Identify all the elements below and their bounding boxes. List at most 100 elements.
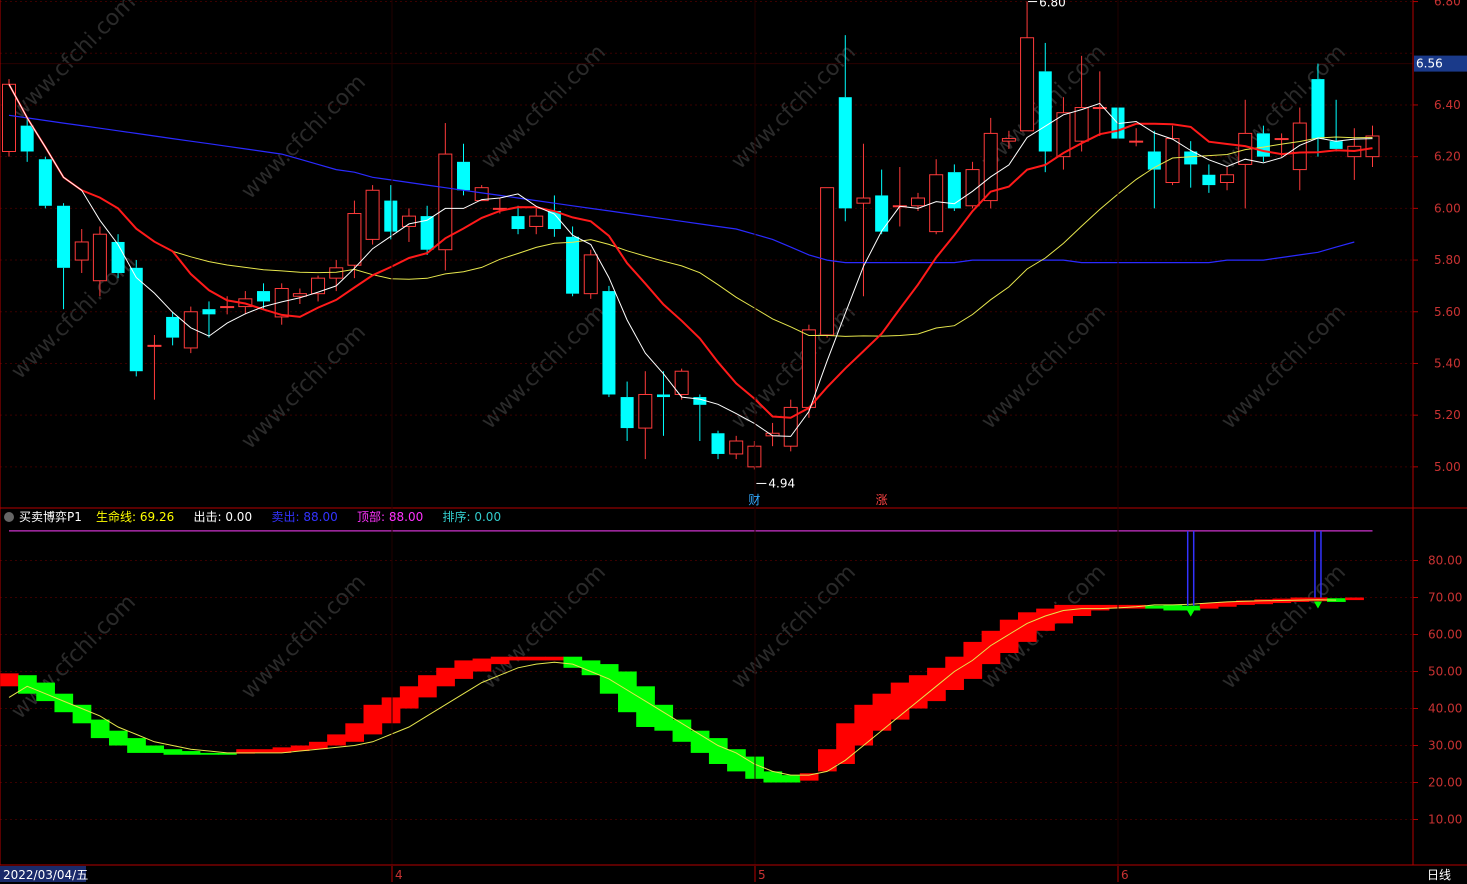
indicator-value-item: 生命线: 69.26 [96,509,174,524]
indicator-block [472,658,492,672]
candle[interactable] [329,260,344,292]
candle[interactable] [438,123,453,271]
price-tick-label: 5.80 [1434,253,1461,267]
candle[interactable] [457,143,470,196]
month-tick-label: 5 [758,868,766,882]
candle-body-down [711,433,725,454]
candle[interactable] [765,422,780,447]
watermark-text: www.cfchi.com [7,590,141,724]
watermark-text: www.cfchi.com [7,0,141,124]
watermark-text: www.cfchi.com [1217,560,1351,694]
candle[interactable] [202,301,216,338]
indicator-block [363,704,383,735]
candle-body-up [729,440,744,455]
candle[interactable] [1202,164,1216,193]
ma20-line [8,84,1373,337]
candle[interactable] [147,335,162,400]
candle[interactable] [929,159,944,235]
indicator-tick-label: 20.00 [1428,776,1462,790]
candle[interactable] [365,185,380,245]
candle[interactable] [1329,99,1343,152]
candle-body-up [1292,122,1307,171]
indicator-block [454,660,474,679]
candle-body-up [365,189,380,240]
candle[interactable] [602,285,616,398]
price-tick-label: 5.00 [1434,460,1461,474]
candle[interactable] [856,143,871,297]
candle[interactable] [638,371,653,460]
candle[interactable] [38,156,52,209]
candle-body-down [511,216,525,230]
candle[interactable] [693,394,707,442]
candle-body-down [257,291,271,302]
candle[interactable] [1147,130,1161,209]
candle[interactable] [566,226,580,297]
month-tick-label: 6 [1121,868,1129,882]
candle[interactable] [820,187,835,338]
indicator-block [1072,604,1092,616]
period-button[interactable]: 日线 [1427,868,1451,882]
candle[interactable] [57,203,71,310]
event-marker-cai[interactable]: 财 [748,493,760,507]
candle[interactable] [711,430,725,460]
candle-body-up [638,393,653,429]
candle-body-up [147,344,162,347]
candle[interactable] [311,275,326,302]
candle[interactable] [620,381,634,442]
candle-body-up [820,187,835,336]
candle[interactable] [983,117,998,209]
candle[interactable] [965,161,980,209]
ma10-line [8,83,1373,419]
candle[interactable] [892,167,907,227]
candle[interactable] [511,205,525,235]
candle[interactable] [747,441,762,470]
chart-canvas[interactable]: www.cfchi.com www.cfchi.com www.cfchi.com w… [0,0,1467,884]
indicator-tick-label: 50.00 [1428,665,1462,679]
candle[interactable] [420,205,434,255]
candle-body-up [311,277,326,295]
sell-arrow-icon [1186,609,1195,617]
candle[interactable] [111,234,125,279]
candle[interactable] [547,195,561,237]
current-price: 6.56 [1416,57,1443,71]
candle[interactable] [347,200,362,279]
indicator-block [527,656,546,661]
candle[interactable] [1165,125,1180,186]
indicator-blocks [0,597,1364,783]
candle[interactable] [729,435,744,460]
watermark-text: www.cfchi.com [1217,300,1351,434]
candle-body-down [602,291,616,395]
event-marker-zhang[interactable]: 涨 [876,492,888,507]
candle[interactable] [783,399,798,452]
candle[interactable] [1038,42,1052,173]
indicator-block [618,671,637,713]
indicator-block [199,752,219,755]
candle[interactable] [1238,99,1253,209]
candle[interactable] [583,249,598,299]
price-tick-label: 6.80 [1434,0,1461,9]
candle[interactable] [384,185,398,240]
candle[interactable] [656,371,670,436]
candle[interactable] [674,368,689,400]
moving-average-lines [8,1,1373,484]
candle-body-down [20,125,34,152]
indicator-block [127,738,146,753]
candle-body-down [620,397,634,429]
candle[interactable] [401,208,416,242]
candle-body-down [38,159,52,206]
candle[interactable] [274,283,289,325]
candle-body-up [329,267,344,279]
indicator-block [1163,604,1183,611]
indicator-toggle-icon[interactable] [4,512,14,522]
candle[interactable] [1020,1,1035,132]
candle-body-down [1147,151,1161,170]
indicator-block [818,749,837,772]
candle[interactable] [529,208,544,235]
candle-body-up [1274,138,1289,141]
candle-body-up [401,215,416,227]
candle[interactable] [1129,128,1144,147]
candle[interactable] [1365,125,1380,167]
candle[interactable] [74,229,89,273]
watermark-text: www.cfchi.com [237,320,371,454]
candle[interactable] [1347,128,1362,180]
